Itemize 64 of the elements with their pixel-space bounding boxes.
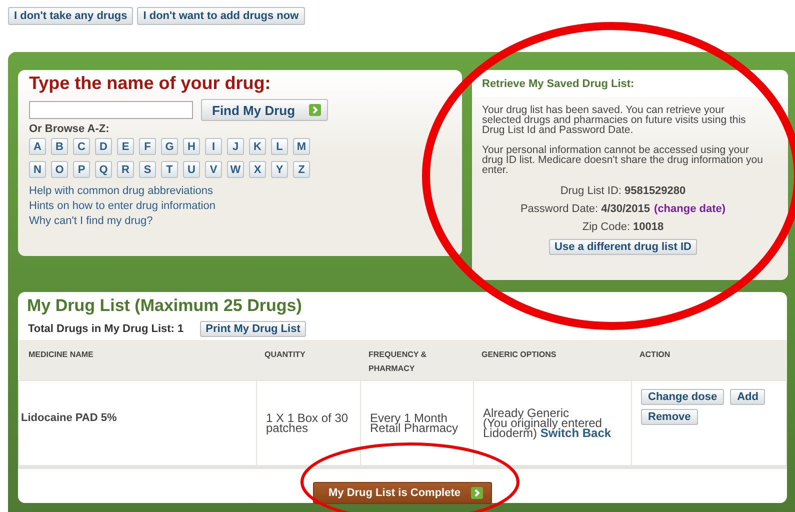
field-label: Drug List ID: xyxy=(560,185,622,197)
search-title: Type the name of your drug: xyxy=(29,73,272,94)
letter-button[interactable]: D xyxy=(95,138,112,155)
browse-label: Or Browse A-Z: xyxy=(29,123,110,135)
letter-button[interactable]: W xyxy=(227,161,244,178)
letter-button[interactable]: S xyxy=(139,161,156,178)
info-paragraph: Your drug list has been saved. You can retrieve your selected drugs and pharmacies on future visits using this Drug List Id and Password Date. xyxy=(482,105,747,135)
column-header: GENERIC OPTIONS xyxy=(474,340,632,380)
column-header: MEDICINE NAME xyxy=(18,340,256,380)
letter-button[interactable]: P xyxy=(73,161,90,178)
action-button[interactable]: Change dose xyxy=(641,389,724,405)
letter-button[interactable]: M xyxy=(293,138,310,155)
letter-button[interactable]: U xyxy=(183,161,200,178)
help-link[interactable]: Why can't I find my drug? xyxy=(29,214,451,229)
table-cell: Lidocaine PAD 5% xyxy=(18,380,256,467)
print-button[interactable]: Print My Drug List xyxy=(200,321,306,337)
total-count: Total Drugs in My Drug List: 1 xyxy=(28,323,184,335)
letter-button[interactable]: L xyxy=(271,138,288,155)
top-button[interactable]: I don't want to add drugs now xyxy=(137,7,305,25)
letter-button[interactable]: H xyxy=(183,138,200,155)
table-cell-text: (You originally entered Lidoderm) Switch Back xyxy=(483,418,612,438)
saved-title: Retrieve My Saved Drug List: xyxy=(472,70,788,97)
letter-button[interactable]: Z xyxy=(293,161,310,178)
field-value: 4/30/2015 xyxy=(601,203,650,215)
table-cell-text: Already Generic xyxy=(483,408,570,418)
column-header: QUANTITY xyxy=(256,340,360,380)
list-title: My Drug List (Maximum 25 Drugs) xyxy=(26,296,303,316)
change-date-link[interactable]: (change date) xyxy=(654,203,726,215)
letter-button[interactable]: N xyxy=(29,161,46,178)
letter-button[interactable]: R xyxy=(117,161,134,178)
letter-button[interactable]: C xyxy=(73,138,90,155)
letter-button[interactable]: A xyxy=(29,138,46,155)
info-paragraph: Your personal information cannot be accessed using your drug ID list. Medicare doesn't share the drug information you enter. xyxy=(482,145,764,175)
complete-button[interactable]: My Drug List is Complete xyxy=(313,482,492,504)
action-button[interactable]: Add xyxy=(730,389,766,405)
table-cell: 1 X 1 Box of 30 patches xyxy=(256,380,360,467)
letter-button[interactable]: G xyxy=(161,138,178,155)
letter-button[interactable]: X xyxy=(249,161,266,178)
letter-button[interactable]: I xyxy=(205,138,222,155)
letter-button[interactable]: Q xyxy=(95,161,112,178)
find-button[interactable]: Find My Drug xyxy=(201,99,328,121)
different-id-button[interactable]: Use a different drug list ID xyxy=(548,239,698,255)
letter-button[interactable]: O xyxy=(51,161,68,178)
letter-button[interactable]: J xyxy=(227,138,244,155)
field-label: Password Date: xyxy=(520,203,598,215)
column-header: FREQUENCY & PHARMACY xyxy=(360,340,474,380)
letter-button[interactable]: K xyxy=(249,138,266,155)
letter-button[interactable]: F xyxy=(139,138,156,155)
help-link[interactable]: Help with common drug abbreviations xyxy=(29,184,451,199)
letter-button[interactable]: E xyxy=(117,138,134,155)
field-label: Zip Code: xyxy=(582,221,630,233)
field-value: 9581529280 xyxy=(624,185,686,197)
column-header: ACTION xyxy=(632,340,786,380)
letter-button[interactable]: V xyxy=(205,161,222,178)
letter-button[interactable]: T xyxy=(161,161,178,178)
help-link[interactable]: Hints on how to enter drug information xyxy=(29,199,451,214)
top-button[interactable]: I don't take any drugs xyxy=(8,7,134,25)
action-button[interactable]: Remove xyxy=(641,409,698,425)
table-cell-text: Every 1 Month xyxy=(370,413,448,423)
letter-button[interactable]: B xyxy=(51,138,68,155)
drug-name-field[interactable] xyxy=(29,101,193,119)
table-cell-text: Retail Pharmacy xyxy=(370,423,460,433)
field-value: 10018 xyxy=(633,221,664,233)
letter-button[interactable]: Y xyxy=(271,161,288,178)
